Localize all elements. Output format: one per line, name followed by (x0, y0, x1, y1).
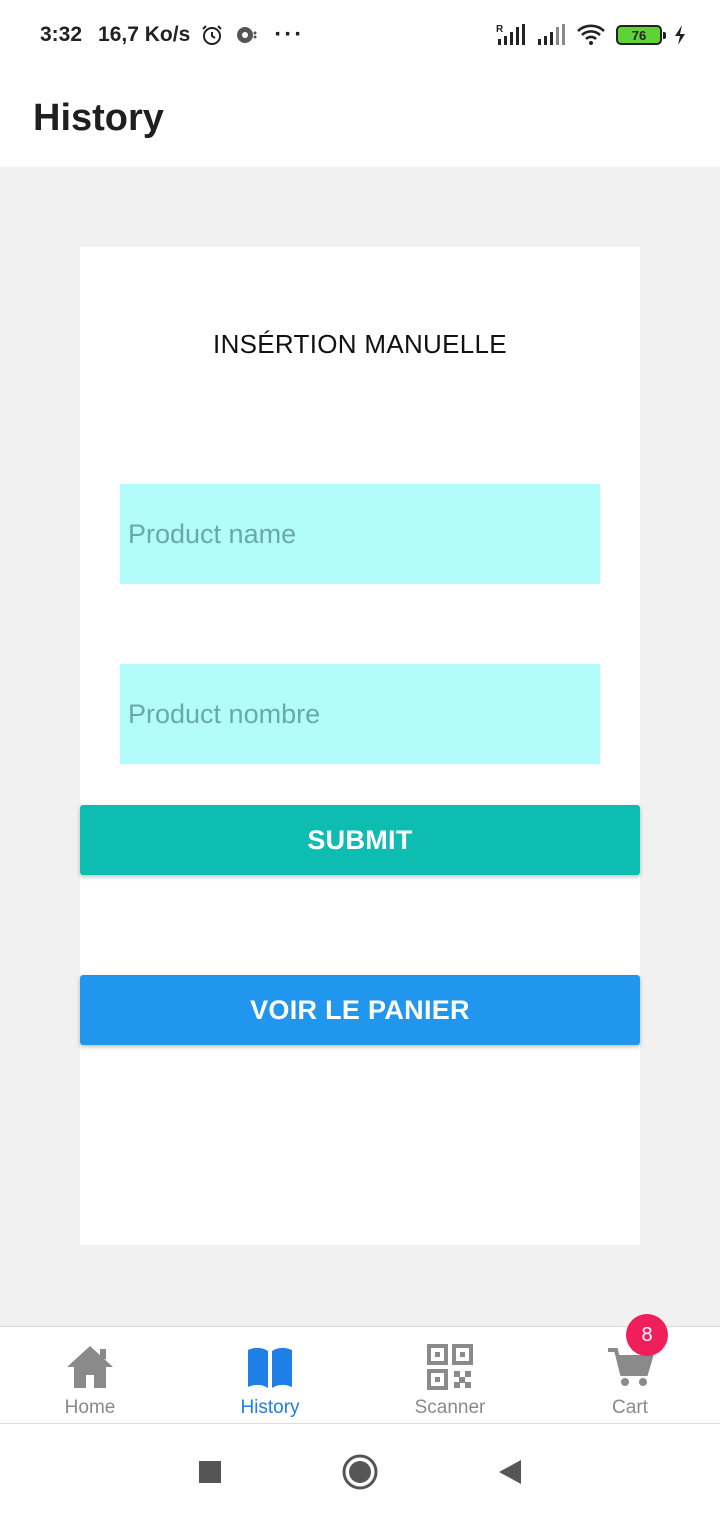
wifi-icon (576, 23, 606, 47)
system-nav-bar (0, 1424, 720, 1520)
network-speed: 16,7 Ko/s (98, 23, 191, 46)
nav-label-history: History (240, 1397, 300, 1418)
status-left: 3:32 16,7 Ko/s ··· (40, 21, 304, 49)
nav-item-home[interactable]: Home (0, 1327, 180, 1423)
nav-label-scanner: Scanner (414, 1397, 486, 1418)
home-system-button[interactable] (340, 1452, 380, 1492)
nav-label-home: Home (64, 1397, 116, 1418)
back-button[interactable] (490, 1452, 530, 1492)
nav-item-history[interactable]: History (180, 1327, 360, 1423)
sync-icon (234, 23, 258, 47)
bottom-nav: Home History Scanner 8 Cart (0, 1314, 720, 1424)
submit-button[interactable]: SUBMIT (80, 805, 640, 875)
recents-button[interactable] (190, 1452, 230, 1492)
status-bar: 3:32 16,7 Ko/s ··· R 76 (0, 0, 720, 70)
signal-r-icon: R (496, 23, 526, 47)
nav-item-scanner[interactable]: Scanner (360, 1327, 540, 1423)
manual-insert-card: INSÉRTION MANUELLE SUBMIT VOIR LE PANIER (80, 247, 640, 1245)
nav-item-cart[interactable]: 8 Cart (540, 1314, 720, 1423)
charging-icon (672, 23, 688, 47)
nav-label-cart: Cart (612, 1397, 648, 1418)
back-triangle-icon (499, 1460, 521, 1484)
home-icon (64, 1339, 116, 1395)
svg-text:R: R (496, 24, 504, 35)
more-dots-icon: ··· (274, 21, 305, 48)
qr-code-icon (427, 1339, 473, 1395)
product-number-input[interactable] (120, 664, 600, 764)
view-cart-button[interactable]: VOIR LE PANIER (80, 975, 640, 1045)
product-name-input[interactable] (120, 484, 600, 584)
signal-icon (536, 23, 566, 47)
book-icon (244, 1339, 296, 1395)
content-area: INSÉRTION MANUELLE SUBMIT VOIR LE PANIER (0, 167, 720, 1326)
battery-icon: 76 (616, 25, 666, 45)
battery-level: 76 (631, 27, 647, 43)
app-bar: History (0, 70, 720, 167)
status-time: 3:32 (40, 23, 83, 46)
cart-badge: 8 (626, 1314, 668, 1356)
card-title: INSÉRTION MANUELLE (213, 329, 507, 359)
page-title: History (33, 97, 164, 139)
circle-icon (342, 1454, 378, 1490)
square-icon (199, 1461, 221, 1483)
status-right: R 76 (496, 23, 688, 47)
alarm-icon (200, 23, 224, 47)
